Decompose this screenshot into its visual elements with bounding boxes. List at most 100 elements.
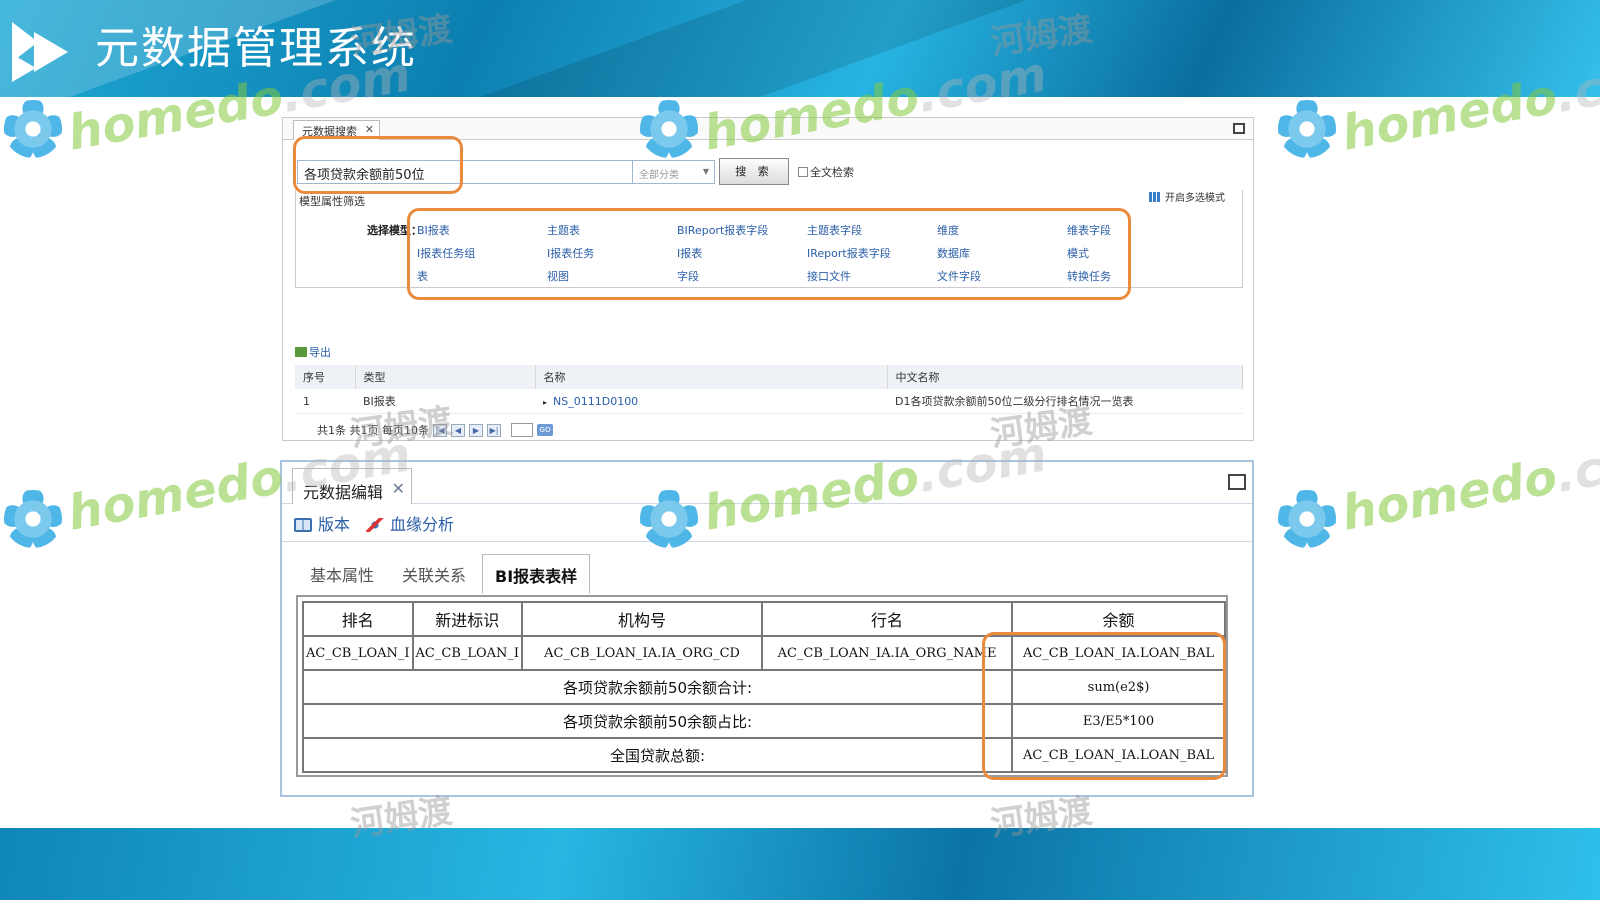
cell-name-text: NS_0111D0100 [553, 394, 639, 408]
pager-text: 共1条 共1页 每页10条 [317, 424, 429, 437]
book-icon [294, 517, 312, 532]
model-item[interactable]: I报表任务 [547, 245, 677, 260]
metadata-edit-panel: 元数据编辑 ✕ 版本 血缘分析 基本属性 关联关系 BI报表表样 排名 新进标识… [280, 460, 1254, 797]
cell-index: 1 [295, 389, 355, 414]
model-item[interactable]: 字段 [677, 268, 807, 283]
cell-name-link[interactable]: ▸ NS_0111D0100 [535, 389, 887, 414]
last-page-icon[interactable]: ▶| [487, 423, 501, 437]
table-row: 全国贷款总额: AC_CB_LOAN_IA.LOAN_BAL [301, 737, 1226, 773]
tab-metadata-search[interactable]: 元数据搜索 ✕ [293, 120, 380, 140]
col-index: 序号 [295, 365, 356, 389]
col-branch-name: 行名 [761, 601, 1014, 637]
caret-right-icon: ▸ [543, 397, 548, 407]
category-select[interactable]: 全部分类 ▼ [633, 160, 715, 184]
watermark-logo: homedo.com [1337, 426, 1600, 542]
page-input[interactable] [511, 423, 533, 437]
select-model-label: 选择模型： [367, 224, 422, 237]
col-type: 类型 [355, 365, 536, 389]
cell-balance[interactable]: AC_CB_LOAN_IA.LOAN_BAL [1011, 635, 1226, 671]
model-item[interactable]: BIReport报表字段 [677, 222, 807, 237]
bi-report-sample: 排名 新进标识 机构号 行名 余额 AC_CB_LOAN_I AC_CB_LOA… [296, 595, 1228, 777]
result-table: 序号 类型 名称 中文名称 1 BI报表 ▸ NS_0111D0100 D1各项贷… [295, 365, 1243, 414]
close-icon[interactable]: ✕ [392, 479, 405, 498]
subtabs: 基本属性 关联关系 BI报表表样 [296, 554, 591, 594]
col-balance: 余额 [1011, 601, 1226, 637]
category-value: 全部分类 [639, 170, 679, 181]
export-icon [295, 347, 307, 357]
close-icon[interactable]: ✕ [365, 123, 374, 136]
model-item[interactable]: 接口文件 [807, 268, 937, 283]
lineage-button[interactable]: 血缘分析 [366, 511, 454, 535]
model-item[interactable]: BI报表 [417, 222, 547, 237]
tab-bi-sample[interactable]: BI报表表样 [482, 554, 591, 594]
watermark-flower-icon [4, 490, 62, 548]
col-name: 名称 [535, 365, 888, 389]
tab-relations[interactable]: 关联关系 [388, 562, 480, 594]
model-item[interactable]: 维度 [937, 222, 1067, 237]
model-item[interactable]: 视图 [547, 268, 677, 283]
model-item[interactable]: 主题表 [547, 222, 677, 237]
tab-label: 元数据搜索 [302, 125, 357, 138]
chevron-down-icon: ▼ [702, 167, 709, 176]
next-page-icon[interactable]: ▶ [469, 423, 483, 437]
col-cn-name: 中文名称 [887, 365, 1243, 389]
cell-type: BI报表 [355, 389, 535, 414]
play-icon [12, 22, 68, 82]
model-item[interactable]: 表 [417, 268, 547, 283]
fulltext-label: 全文检索 [810, 166, 854, 179]
table-header-row: 序号 类型 名称 中文名称 [295, 365, 1243, 389]
table-row: 各项贷款余额前50余额合计: sum(e2$) [301, 669, 1226, 705]
cell-new-flag[interactable]: AC_CB_LOAN_I [411, 635, 524, 671]
model-item[interactable]: I报表 [677, 245, 807, 260]
lineage-icon [366, 517, 385, 532]
col-org-code: 机构号 [521, 601, 764, 637]
model-item[interactable]: 主题表字段 [807, 222, 937, 237]
model-item[interactable]: 数据库 [937, 245, 1067, 260]
export-label: 导出 [309, 346, 331, 359]
tab-label: 元数据编辑 [303, 483, 384, 502]
export-button[interactable]: 导出 [295, 344, 331, 360]
footer-banner [0, 828, 1600, 900]
version-button[interactable]: 版本 [294, 511, 350, 535]
sum-label: 各项贷款余额前50余额合计: [301, 669, 1014, 705]
tab-basic-props[interactable]: 基本属性 [296, 562, 388, 594]
cell-rank[interactable]: AC_CB_LOAN_I [302, 635, 414, 671]
cell-org-code[interactable]: AC_CB_LOAN_IA.IA_ORG_CD [521, 635, 764, 671]
model-item[interactable]: 模式 [1067, 245, 1197, 260]
search-input[interactable]: 各项贷款余额前50位 [297, 160, 633, 184]
prev-page-icon[interactable]: ◀ [451, 423, 465, 437]
edit-toolbar: 版本 血缘分析 [282, 504, 1252, 542]
edit-tabbar: 元数据编辑 ✕ [282, 462, 1252, 504]
sum-value[interactable]: sum(e2$) [1011, 669, 1226, 705]
ratio-label: 各项贷款余额前50余额占比: [301, 703, 1014, 739]
filter-title: 模型属性筛选 [299, 195, 365, 208]
table-row[interactable]: 1 BI报表 ▸ NS_0111D0100 D1各项贷款余额前50位二级分行排名情… [295, 389, 1243, 414]
metadata-search-panel: 元数据搜索 ✕ 各项贷款余额前50位 全部分类 ▼ 搜 索 全文检索 开启多选模… [282, 117, 1254, 441]
checkbox-icon[interactable] [798, 167, 808, 177]
version-label: 版本 [318, 514, 351, 534]
maximize-icon[interactable] [1233, 123, 1245, 134]
cell-branch-name[interactable]: AC_CB_LOAN_IA.IA_ORG_NAME [761, 635, 1014, 671]
fulltext-checkbox[interactable]: 全文检索 [798, 164, 854, 180]
first-page-icon[interactable]: |◀ [433, 423, 447, 437]
tab-metadata-edit[interactable]: 元数据编辑 ✕ [292, 468, 413, 504]
bi-table: 排名 新进标识 机构号 行名 余额 AC_CB_LOAN_I AC_CB_LOA… [301, 601, 1226, 773]
model-item[interactable]: 维表字段 [1067, 222, 1197, 237]
search-tabbar: 元数据搜索 ✕ [283, 118, 1253, 140]
model-item[interactable]: 转换任务 [1067, 268, 1197, 283]
col-new-flag: 新进标识 [411, 601, 524, 637]
model-item[interactable]: I报表任务组 [417, 245, 547, 260]
maximize-icon[interactable] [1228, 474, 1246, 490]
model-item[interactable]: 文件字段 [937, 268, 1067, 283]
cell-cn-name: D1各项贷款余额前50位二级分行排名情况一览表 [887, 389, 1243, 414]
go-button[interactable]: GO [537, 424, 553, 436]
lineage-label: 血缘分析 [390, 514, 455, 534]
watermark-flower-icon [4, 100, 62, 158]
search-button[interactable]: 搜 索 [719, 158, 789, 185]
col-rank: 排名 [302, 601, 414, 637]
model-item[interactable]: IReport报表字段 [807, 245, 937, 260]
ratio-value[interactable]: E3/E5*100 [1011, 703, 1226, 739]
watermark-flower-icon [1278, 100, 1336, 158]
table-row: 各项贷款余额前50余额占比: E3/E5*100 [301, 703, 1226, 739]
total-value[interactable]: AC_CB_LOAN_IA.LOAN_BAL [1011, 737, 1226, 773]
